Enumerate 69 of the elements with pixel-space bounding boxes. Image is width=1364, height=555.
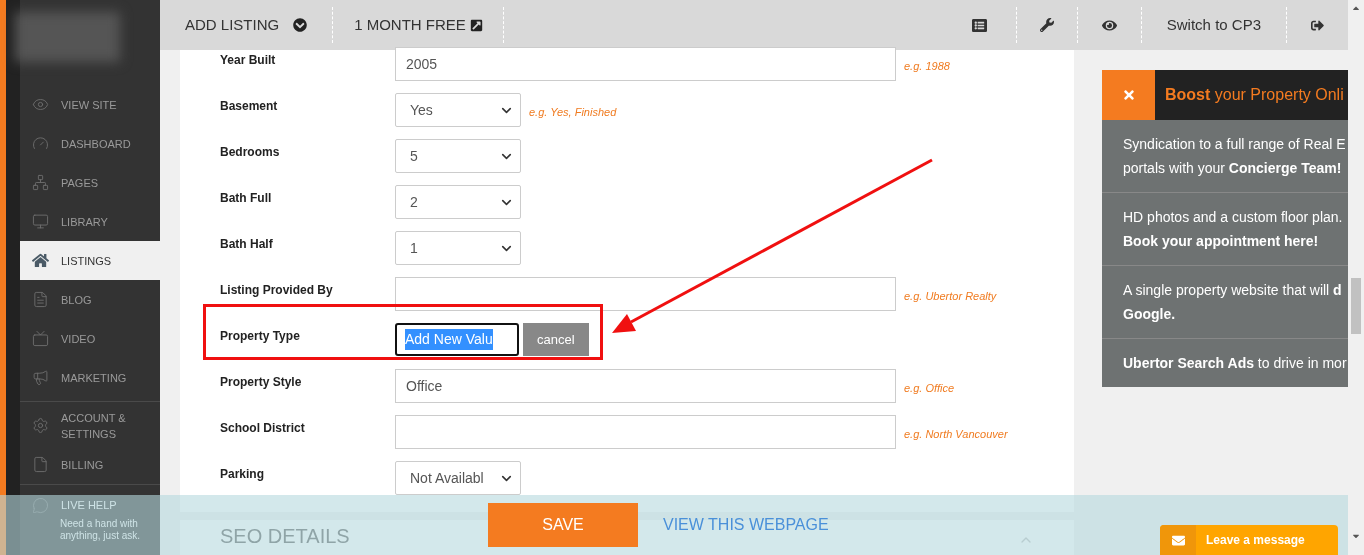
field-label: School District (220, 420, 306, 437)
wrench-icon[interactable] (1039, 18, 1054, 32)
sidebar-item[interactable]: ACCOUNT & SETTINGS (20, 406, 160, 445)
promo-text: HD photos and a custom floor plan. (1123, 208, 1343, 227)
field-label: Property Type (220, 328, 301, 345)
text-field[interactable] (395, 277, 896, 311)
dropdown[interactable]: Not Availabl (395, 461, 521, 495)
promo-text: Syndication to a full range of Real E (1123, 135, 1346, 154)
sidebar-item[interactable]: BILLING (20, 445, 160, 484)
promo-text: A single property website that will d (1123, 281, 1342, 300)
input-field[interactable]: Add New Valu (395, 323, 519, 356)
file-icon (32, 456, 49, 473)
promo-text: Book your appointment here! (1123, 232, 1319, 251)
hint-text: e.g. 1988 (904, 58, 950, 74)
field-label: Bedrooms (220, 144, 281, 161)
live-help-text: Need a hand with anything, just ask. (60, 518, 142, 542)
envelope-icon (1171, 533, 1185, 547)
external-link-icon[interactable] (469, 18, 483, 32)
hint-text: e.g. Ubertor Realty (904, 288, 997, 304)
top-bar-link[interactable]: ADD LISTING (185, 13, 280, 37)
sidebar-item[interactable]: PAGES (20, 163, 160, 202)
text-field[interactable]: 2005 (395, 47, 896, 81)
promo-text: Google. (1123, 305, 1176, 324)
sidebar-item[interactable]: LIBRARY (20, 202, 160, 241)
sitemap-icon (32, 174, 49, 191)
save-button[interactable]: SAVE (488, 503, 638, 547)
section-title: SEO DETAILS (220, 524, 350, 548)
sidebar-item[interactable]: LISTINGS (20, 241, 160, 280)
field-label: Bath Half (220, 236, 274, 253)
field-label: Property Style (220, 374, 303, 391)
hint-text: e.g. Yes, Finished (529, 104, 617, 120)
list-icon[interactable] (971, 17, 987, 33)
promo-title: Boost your Property Onli (1165, 85, 1344, 105)
top-bar-link[interactable]: 1 MONTH FREE (354, 13, 466, 37)
field-label: Bath Full (220, 190, 273, 207)
dropdown[interactable]: 2 (395, 185, 521, 219)
megaphone-icon (32, 369, 49, 386)
gear-icon (32, 417, 49, 434)
text-field[interactable] (395, 415, 896, 449)
document-icon (32, 291, 49, 308)
promo-text: Ubertor Search Ads to drive in mor (1123, 354, 1347, 373)
sidebar-item[interactable]: MARKETING (20, 358, 160, 397)
promo-text: portals with your Concierge Team! (1123, 159, 1342, 178)
field-label: Listing Provided By (220, 282, 334, 299)
view-webpage-link[interactable]: VIEW THIS WEBPAGE (663, 513, 829, 537)
sidebar-item[interactable]: BLOG (20, 280, 160, 319)
field-label: Parking (220, 466, 265, 483)
sign-out-icon[interactable] (1311, 18, 1324, 32)
sidebar-item[interactable]: VIEW SITE (20, 85, 160, 124)
sidebar-item[interactable]: DASHBOARD (20, 124, 160, 163)
text-field[interactable]: Office (395, 369, 896, 403)
field-label: Basement (220, 98, 279, 115)
gauge-icon (32, 135, 49, 152)
hint-text: e.g. North Vancouver (904, 426, 1008, 442)
home-icon (32, 252, 49, 269)
live-help-title: LIVE HELP (61, 498, 117, 514)
scroll-thumb[interactable] (1351, 278, 1361, 334)
dropdown[interactable]: 5 (395, 139, 521, 173)
dropdown[interactable]: Yes (395, 93, 521, 127)
dropdown[interactable]: 1 (395, 231, 521, 265)
eye-icon (32, 96, 49, 113)
sidebar-item[interactable]: VIDEO (20, 319, 160, 358)
close-icon (1121, 88, 1136, 102)
screen-icon (32, 330, 49, 347)
field-label: Year Built (220, 52, 277, 69)
switch-link[interactable]: Switch to CP3 (1166, 13, 1261, 37)
monitor-icon (32, 213, 49, 230)
hint-text: e.g. Office (904, 380, 955, 396)
cancel-button[interactable]: cancel (523, 323, 589, 356)
